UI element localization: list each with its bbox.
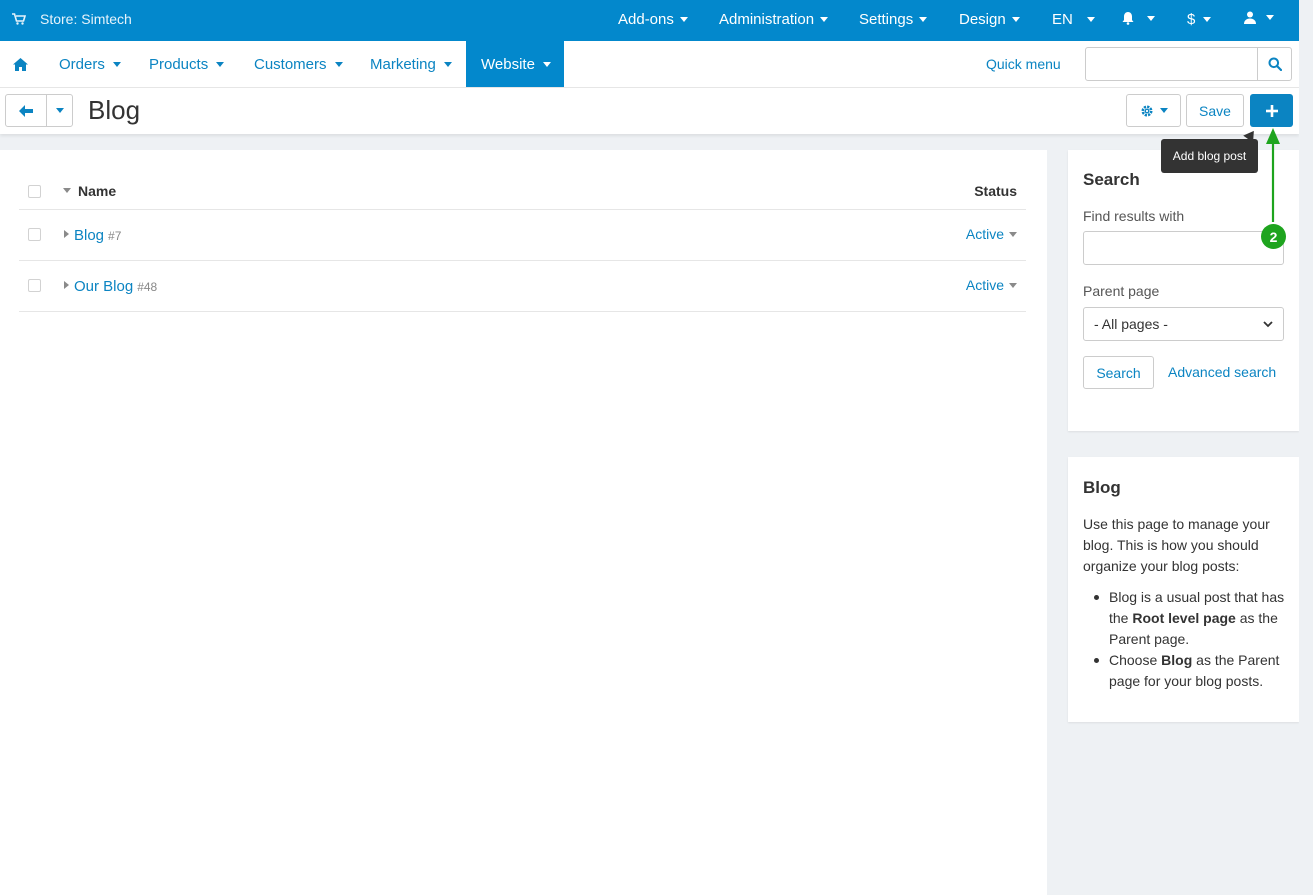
nav-website[interactable]: Website xyxy=(466,41,564,87)
column-header-name[interactable]: Name xyxy=(78,183,116,199)
parent-page-select[interactable]: - All pages - xyxy=(1083,307,1284,341)
help-list: Blog is a usual post that has the Root l… xyxy=(1083,587,1288,692)
chevron-down-icon xyxy=(919,17,928,22)
row-name-link[interactable]: Our Blog #48 xyxy=(74,278,157,295)
content-panel: Name Status Blog #7 Active Our Blog #48 xyxy=(0,150,1047,895)
expand-icon[interactable] xyxy=(64,281,69,289)
save-button[interactable]: Save xyxy=(1186,94,1244,127)
chevron-down-icon xyxy=(112,61,121,67)
nav-orders[interactable]: Orders xyxy=(44,41,136,87)
list-item: Choose Blog as the Parent page for your … xyxy=(1083,650,1288,692)
row-name-link[interactable]: Blog #7 xyxy=(74,227,121,244)
menu-addons[interactable]: Add-ons xyxy=(618,11,688,28)
chevron-down-icon xyxy=(443,61,452,67)
search-panel-title: Search xyxy=(1083,170,1140,189)
annotation-arrow xyxy=(1266,128,1280,222)
status-dropdown[interactable]: Active xyxy=(966,277,1017,293)
store-label: Store: Simtech xyxy=(40,11,132,27)
find-results-input[interactable] xyxy=(1083,231,1284,265)
search-button[interactable]: Search xyxy=(1083,356,1154,389)
global-search xyxy=(1085,47,1292,81)
add-blog-post-tooltip: Add blog post xyxy=(1161,139,1258,173)
blog-table: Name Status Blog #7 Active Our Blog #48 xyxy=(19,174,1026,312)
cart-icon xyxy=(12,13,26,25)
help-panel: Blog Use this page to manage your blog. … xyxy=(1068,457,1299,722)
top-bar: Store: Simtech Add-ons Administration Se… xyxy=(0,0,1299,41)
chevron-down-icon xyxy=(679,17,688,22)
chevron-down-icon xyxy=(216,61,225,67)
chevron-down-icon xyxy=(1086,17,1095,22)
back-button[interactable] xyxy=(5,94,47,127)
row-checkbox[interactable] xyxy=(28,279,41,292)
chevron-down-icon xyxy=(1203,17,1212,22)
advanced-search-link[interactable]: Advanced search xyxy=(1168,364,1276,380)
table-row: Blog #7 Active xyxy=(19,210,1026,261)
history-dropdown-button[interactable] xyxy=(46,94,73,127)
step-badge: 2 xyxy=(1261,224,1286,249)
arrow-left-icon xyxy=(19,104,33,117)
select-all-checkbox[interactable] xyxy=(28,185,41,198)
chevron-down-icon xyxy=(542,61,551,67)
global-search-input[interactable] xyxy=(1086,48,1258,80)
chevron-down-icon xyxy=(1009,231,1017,237)
help-intro: Use this page to manage your blog. This … xyxy=(1083,516,1270,574)
help-panel-title: Blog xyxy=(1083,478,1121,497)
menu-language[interactable]: EN xyxy=(1052,11,1095,28)
table-header: Name Status xyxy=(19,174,1026,210)
row-checkbox[interactable] xyxy=(28,228,41,241)
gear-icon xyxy=(1141,105,1152,116)
parent-page-label: Parent page xyxy=(1083,283,1160,299)
quick-menu-link[interactable]: Quick menu xyxy=(986,56,1061,72)
page-title: Blog xyxy=(88,95,141,125)
status-dropdown[interactable]: Active xyxy=(966,226,1017,242)
page-gutter xyxy=(1299,0,1313,895)
plus-icon xyxy=(1265,104,1278,117)
home-button[interactable] xyxy=(0,41,41,87)
menu-design[interactable]: Design xyxy=(959,11,1020,28)
menu-administration[interactable]: Administration xyxy=(719,11,829,28)
nav-products[interactable]: Products xyxy=(134,41,239,87)
expand-icon[interactable] xyxy=(64,230,69,238)
list-item: Blog is a usual post that has the Root l… xyxy=(1083,587,1288,650)
settings-dropdown-button[interactable] xyxy=(1126,94,1181,127)
chevron-down-icon xyxy=(820,17,829,22)
table-row: Our Blog #48 Active xyxy=(19,261,1026,312)
row-id: #48 xyxy=(137,280,158,294)
chevron-down-icon xyxy=(1263,320,1273,327)
chevron-down-icon xyxy=(55,108,64,113)
page-toolbar: Blog Save xyxy=(0,88,1299,134)
user-icon xyxy=(1244,11,1256,24)
nav-customers[interactable]: Customers xyxy=(239,41,358,87)
sort-caret-icon[interactable] xyxy=(63,188,71,193)
store-selector[interactable]: Store: Simtech xyxy=(12,11,132,27)
chevron-down-icon xyxy=(334,61,343,67)
chevron-down-icon xyxy=(1159,108,1168,113)
row-id: #7 xyxy=(108,229,122,243)
main-nav: Orders Products Customers Marketing Webs… xyxy=(0,41,1299,88)
chevron-down-icon xyxy=(1009,282,1017,288)
user-menu[interactable] xyxy=(1244,11,1274,24)
global-search-button[interactable] xyxy=(1257,48,1291,80)
column-header-status: Status xyxy=(974,183,1017,199)
home-icon xyxy=(13,57,28,71)
chevron-down-icon xyxy=(1011,17,1020,22)
notifications-menu[interactable] xyxy=(1121,11,1155,25)
chevron-down-icon xyxy=(1147,15,1155,21)
find-results-label: Find results with xyxy=(1083,208,1185,224)
search-icon xyxy=(1268,57,1282,71)
nav-marketing[interactable]: Marketing xyxy=(355,41,467,87)
menu-settings[interactable]: Settings xyxy=(859,11,928,28)
bell-icon xyxy=(1122,12,1134,25)
chevron-down-icon xyxy=(1266,15,1274,20)
add-blog-post-button[interactable] xyxy=(1250,94,1293,127)
currency-menu[interactable]: $ xyxy=(1187,11,1212,28)
